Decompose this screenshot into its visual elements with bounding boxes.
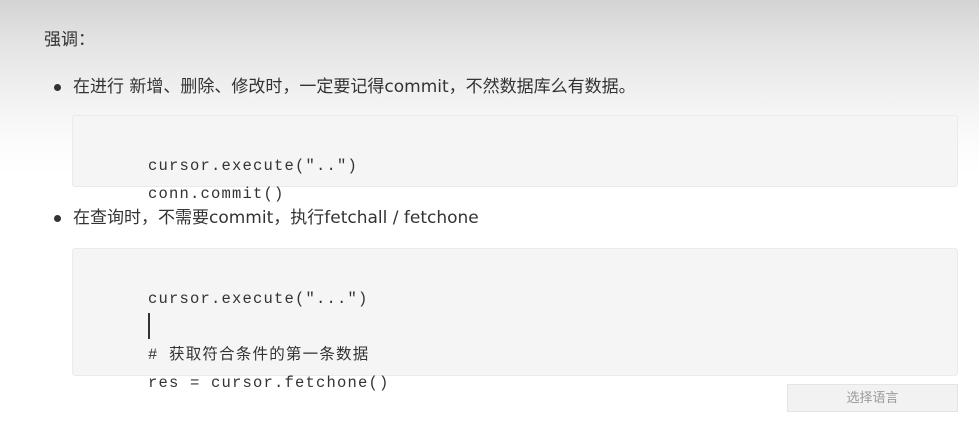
code-block[interactable]: cursor.execute("...") # 获取符合条件的第一条数据 res… [72,248,958,392]
code-line-text: cursor.execute("..") [148,157,359,175]
code-line-text: conn.commit() [148,185,285,203]
code-comment-text: # 获取符合条件的第一条数据 [148,346,370,364]
bullet-dot-icon [54,84,61,91]
text-cursor [148,312,150,339]
code-line[interactable]: cursor.execute("...") [85,257,945,308]
code-line[interactable]: cursor.execute("..") [85,124,945,175]
code-line-text: res = cursor.fetchone() [148,374,390,392]
code-line[interactable]: # 获取符合条件的第一条数据 [85,313,945,364]
list-item: 在查询时，不需要commit，执行fetchall / fetchone [0,206,979,230]
code-language-input[interactable] [787,384,958,412]
list-item: 在进行 新增、删除、修改时，一定要记得commit，不然数据库么有数据。 [0,75,979,99]
bullet-dot-icon [54,215,61,222]
code-line-text: cursor.execute("...") [148,290,369,308]
list-item-text[interactable]: 在进行 新增、删除、修改时，一定要记得commit，不然数据库么有数据。 [73,75,636,99]
code-block[interactable]: cursor.execute("..") conn.commit() [72,115,958,203]
section-heading: 强调： [44,30,95,50]
list-item-text[interactable]: 在查询时，不需要commit，执行fetchall / fetchone [73,206,479,230]
editor-page: 强调： 在进行 新增、删除、修改时，一定要记得commit，不然数据库么有数据。… [0,0,979,434]
